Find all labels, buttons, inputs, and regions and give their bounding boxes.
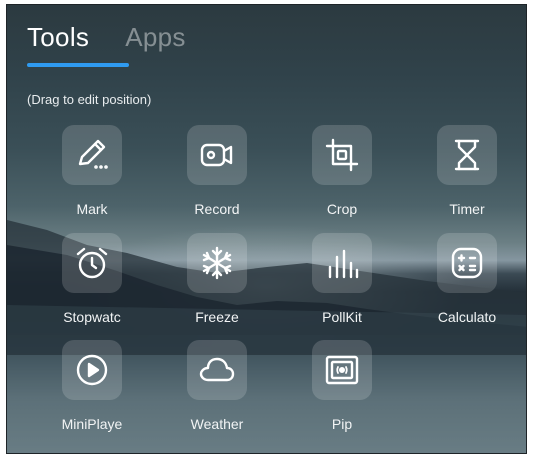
tool-icon-box xyxy=(437,125,497,185)
tool-label: MiniPlaye xyxy=(61,416,123,432)
play-circle-icon xyxy=(76,354,108,386)
tool-icon-box xyxy=(312,340,372,400)
picture-in-picture-icon xyxy=(325,355,359,385)
tool-label: Timer xyxy=(449,201,485,217)
tool-icon-box xyxy=(62,340,122,400)
tool-record[interactable]: Record xyxy=(162,125,272,225)
tool-freeze[interactable]: Freeze xyxy=(162,233,272,333)
tool-icon-box xyxy=(62,125,122,185)
tool-label: Weather xyxy=(190,416,244,432)
snowflake-icon xyxy=(202,246,232,280)
tool-label: Calculato xyxy=(437,309,497,325)
tool-label: Record xyxy=(194,201,240,217)
tab-tools[interactable]: Tools xyxy=(27,22,89,53)
tool-label: Mark xyxy=(76,201,108,217)
active-tab-indicator xyxy=(27,63,129,67)
tool-weather[interactable]: Weather xyxy=(162,340,272,440)
tool-icon-box xyxy=(187,125,247,185)
tool-icon-box xyxy=(437,233,497,293)
pencil-icon xyxy=(78,139,108,169)
tool-pollkit[interactable]: PollKit xyxy=(287,233,397,333)
tool-label: Freeze xyxy=(195,309,239,325)
tool-stopwatch[interactable]: Stopwatc xyxy=(37,233,147,333)
tool-icon-box xyxy=(187,340,247,400)
alarm-clock-icon xyxy=(76,247,108,279)
drag-hint: (Drag to edit position) xyxy=(27,92,152,107)
tool-label: Crop xyxy=(326,201,358,217)
tool-calculator[interactable]: Calculato xyxy=(412,233,522,333)
tool-pip[interactable]: Pip xyxy=(287,340,397,440)
video-camera-icon xyxy=(200,143,233,167)
crop-icon xyxy=(325,138,359,172)
tab-apps[interactable]: Apps xyxy=(125,22,185,53)
tool-icon-box xyxy=(62,233,122,293)
bar-chart-icon xyxy=(328,249,359,279)
tool-icon-box xyxy=(187,233,247,293)
tool-crop[interactable]: Crop xyxy=(287,125,397,225)
tool-miniplayer[interactable]: MiniPlaye xyxy=(37,340,147,440)
tool-timer[interactable]: Timer xyxy=(412,125,522,225)
hourglass-icon xyxy=(454,139,480,171)
tools-panel: Tools Apps (Drag to edit position) Mark … xyxy=(6,4,527,454)
tab-bar: Tools Apps xyxy=(27,17,186,57)
cloud-icon xyxy=(199,357,235,382)
tool-icon-box xyxy=(312,125,372,185)
tool-label: Pip xyxy=(331,416,353,432)
tool-mark[interactable]: Mark xyxy=(37,125,147,225)
tool-icon-box xyxy=(312,233,372,293)
tool-label: PollKit xyxy=(322,309,362,325)
calculator-icon xyxy=(451,247,483,279)
tool-label: Stopwatc xyxy=(63,309,121,325)
